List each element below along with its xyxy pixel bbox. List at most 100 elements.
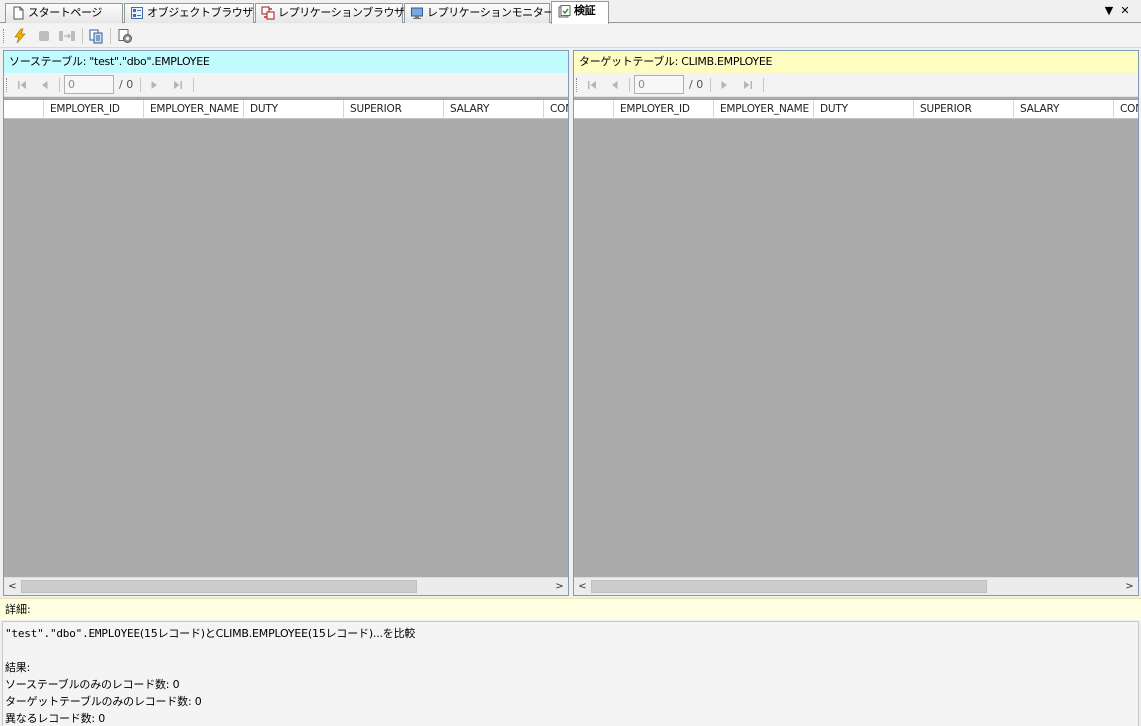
object-browser-icon — [131, 7, 143, 19]
target-grid-body[interactable] — [574, 119, 1138, 577]
first-record-button[interactable] — [583, 77, 601, 93]
next-record-button[interactable] — [145, 77, 163, 93]
run-icon — [14, 28, 26, 44]
record-position-input[interactable] — [64, 75, 114, 94]
main-toolbar — [0, 24, 1141, 48]
source-only-count: ソーステーブルのみのレコード数: 0 — [5, 678, 180, 691]
source-table-title: ソーステーブル: "test"."dbo".EMPLOYEE — [4, 51, 568, 73]
column-header-employer-name[interactable]: EMPLOYER_NAME — [714, 100, 814, 119]
navigator-separator — [710, 78, 711, 92]
compare-icon — [59, 31, 75, 41]
copy-button[interactable] — [86, 27, 106, 45]
previous-record-button[interactable] — [36, 77, 54, 93]
source-grid-body[interactable] — [4, 119, 568, 577]
scroll-right-icon[interactable]: > — [1121, 578, 1138, 595]
monitor-icon — [411, 7, 423, 19]
close-tab-icon[interactable]: ✕ — [1118, 4, 1132, 18]
first-record-icon — [18, 81, 26, 89]
tab-label: スタートページ — [28, 6, 102, 19]
navigator-separator — [59, 78, 60, 92]
source-horizontal-scrollbar[interactable]: < > — [4, 577, 568, 595]
last-record-button[interactable] — [169, 77, 187, 93]
column-header-duty[interactable]: DUTY — [244, 100, 344, 119]
last-record-icon — [174, 81, 182, 89]
run-button[interactable] — [10, 27, 30, 45]
tab-label: オブジェクトブラウザ — [147, 6, 253, 19]
summary-text: (15レコード)とCLIMB.EMPLOYEE(15レコード)...を比較 — [139, 627, 416, 640]
column-header-com[interactable]: COM — [1114, 100, 1138, 119]
copy-icon — [89, 29, 103, 44]
scroll-thumb[interactable] — [21, 580, 417, 593]
scroll-left-icon[interactable]: < — [574, 578, 591, 595]
tab-replication-browser[interactable]: レプリケーションブラウザ — [255, 3, 405, 23]
record-total-count: / 0 — [689, 78, 704, 91]
document-tab-bar: スタートページ オブジェクトブラウザ レプリケーションブラウザ レプリケーション… — [0, 0, 1141, 24]
tab-object-browser[interactable]: オブジェクトブラウザ — [124, 3, 254, 23]
source-grid-header: EMPLOYER_ID EMPLOYER_NAME DUTY SUPERIOR … — [4, 99, 568, 119]
column-header-superior[interactable]: SUPERIOR — [914, 100, 1014, 119]
navigator-separator — [629, 78, 630, 92]
navigator-separator — [763, 78, 764, 92]
tab-list-dropdown-icon[interactable]: ▼ — [1102, 4, 1116, 18]
tab-label: レプリケーションブラウザ — [278, 6, 405, 19]
column-header-employer-id[interactable]: EMPLOYER_ID — [44, 100, 144, 119]
comparison-summary: "test"."dbo".EMPLOYEE(15レコード)とCLIMB.EMPL… — [5, 625, 1136, 642]
target-table-title: ターゲットテーブル: CLIMB.EMPLOYEE — [574, 51, 1138, 73]
column-header-salary[interactable]: SALARY — [1014, 100, 1114, 119]
different-record-count: 異なるレコード数: 0 — [5, 712, 106, 725]
source-table-panel: ソーステーブル: "test"."dbo".EMPLOYEE / 0 EMPLO… — [3, 50, 569, 596]
stop-button[interactable] — [34, 27, 54, 45]
target-table-panel: ターゲットテーブル: CLIMB.EMPLOYEE / 0 EMPLOYER_I… — [573, 50, 1139, 596]
verify-icon — [558, 5, 571, 18]
row-selector-header[interactable] — [4, 100, 44, 119]
navigator-separator — [193, 78, 194, 92]
toolbar-separator — [82, 28, 83, 44]
first-record-button[interactable] — [13, 77, 31, 93]
settings-icon — [118, 29, 132, 43]
column-header-salary[interactable]: SALARY — [444, 100, 544, 119]
first-record-icon — [588, 81, 596, 89]
previous-record-button[interactable] — [606, 77, 624, 93]
next-record-icon — [721, 81, 727, 89]
column-header-superior[interactable]: SUPERIOR — [344, 100, 444, 119]
summary-source-name: "test"."dbo".EMPLOYEE — [5, 627, 140, 640]
toolbar-grip[interactable] — [3, 29, 6, 43]
tab-label: 検証 — [574, 4, 596, 17]
previous-record-icon — [42, 81, 48, 89]
scroll-left-icon[interactable]: < — [4, 578, 21, 595]
row-selector-header[interactable] — [574, 100, 614, 119]
tab-start-page[interactable]: スタートページ — [5, 3, 123, 23]
tab-replication-monitor[interactable]: レプリケーションモニター — [404, 3, 554, 23]
settings-button[interactable] — [115, 27, 135, 45]
target-grid-header: EMPLOYER_ID EMPLOYER_NAME DUTY SUPERIOR … — [574, 99, 1138, 119]
result-label: 結果: — [5, 661, 31, 674]
page-icon — [13, 6, 24, 20]
replication-browser-icon — [261, 6, 275, 20]
column-header-employer-name[interactable]: EMPLOYER_NAME — [144, 100, 244, 119]
detail-text-area[interactable]: "test"."dbo".EMPLOYEE(15レコード)とCLIMB.EMPL… — [2, 621, 1139, 726]
scroll-right-icon[interactable]: > — [551, 578, 568, 595]
navigator-grip[interactable] — [6, 78, 9, 92]
navigator-grip[interactable] — [576, 78, 579, 92]
previous-record-icon — [612, 81, 618, 89]
tab-verify[interactable]: 検証 — [551, 1, 609, 24]
next-record-icon — [151, 81, 157, 89]
tab-label: レプリケーションモニター — [427, 6, 554, 19]
last-record-button[interactable] — [739, 77, 757, 93]
scroll-thumb[interactable] — [591, 580, 987, 593]
record-total-count: / 0 — [119, 78, 134, 91]
target-horizontal-scrollbar[interactable]: < > — [574, 577, 1138, 595]
stop-icon — [39, 31, 49, 41]
source-record-navigator: / 0 — [4, 73, 568, 97]
next-record-button[interactable] — [715, 77, 733, 93]
column-header-com[interactable]: COM — [544, 100, 568, 119]
column-header-duty[interactable]: DUTY — [814, 100, 914, 119]
target-only-count: ターゲットテーブルのみのレコード数: 0 — [5, 695, 202, 708]
column-header-employer-id[interactable]: EMPLOYER_ID — [614, 100, 714, 119]
record-position-input[interactable] — [634, 75, 684, 94]
compare-button[interactable] — [57, 27, 77, 45]
navigator-separator — [140, 78, 141, 92]
detail-label: 詳細: — [0, 598, 1141, 620]
toolbar-separator — [110, 28, 111, 44]
